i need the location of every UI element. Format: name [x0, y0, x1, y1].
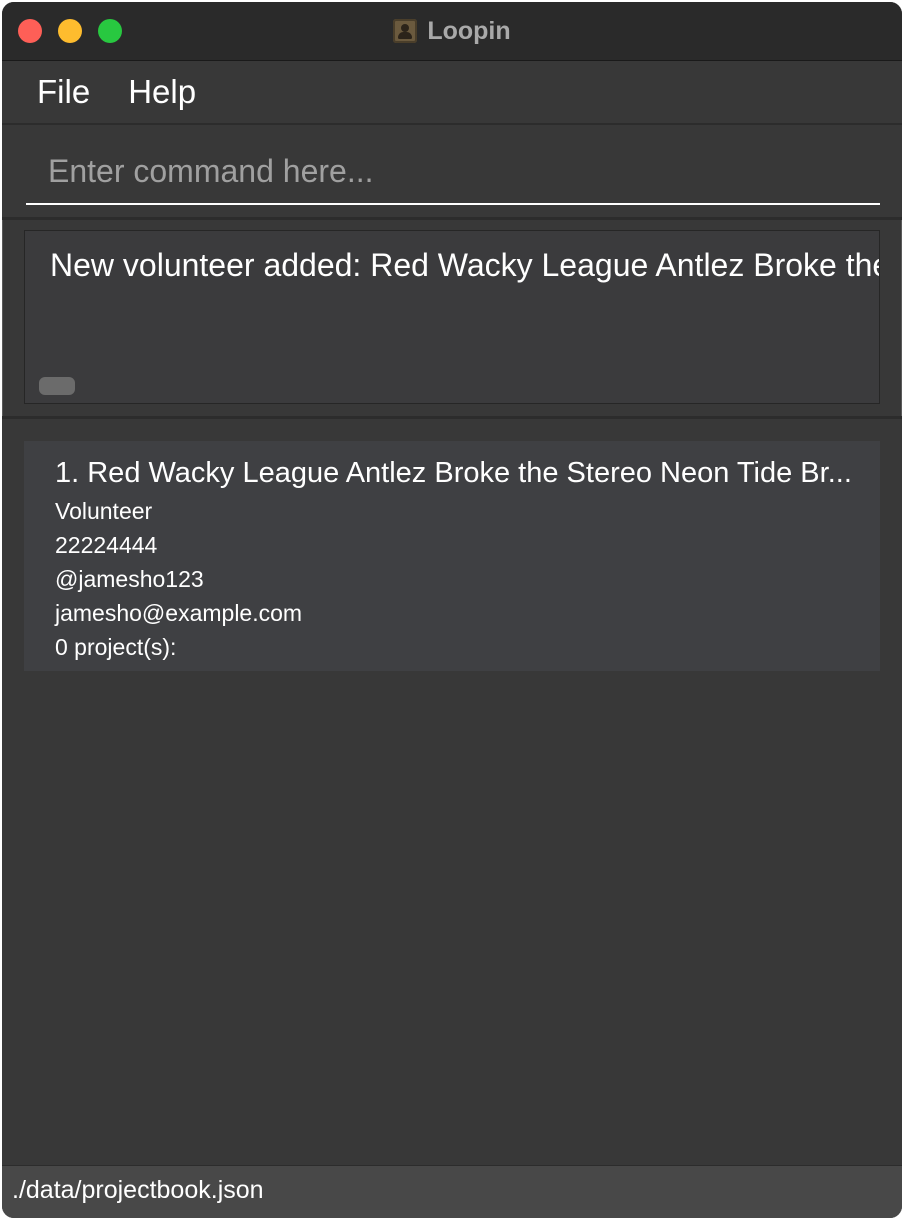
title-bar[interactable]: Loopin [2, 2, 902, 61]
result-message: New volunteer added: Red Wacky League An… [50, 247, 879, 283]
person-list-panel[interactable]: 1. Red Wacky League Antlez Broke the Ste… [2, 419, 902, 1165]
app-window: Loopin File Help New volunteer added: Re… [2, 2, 902, 1218]
status-bar: ./data/projectbook.json [2, 1165, 902, 1218]
menu-bar: File Help [2, 61, 902, 125]
window-title-group: Loopin [2, 2, 902, 60]
horizontal-scrollbar-thumb[interactable] [39, 377, 75, 395]
person-email: jamesho@example.com [55, 600, 303, 626]
person-role: Volunteer [55, 498, 153, 524]
command-input[interactable] [26, 139, 880, 205]
window-title: Loopin [427, 16, 511, 45]
menu-help[interactable]: Help [128, 73, 196, 111]
person-telegram: @jamesho123 [55, 566, 204, 592]
person-card[interactable]: 1. Red Wacky League Antlez Broke the Ste… [24, 441, 880, 671]
person-projects: 0 project(s): [55, 634, 177, 660]
person-phone: 22224444 [55, 532, 158, 558]
person-name: 1. Red Wacky League Antlez Broke the Ste… [55, 457, 852, 489]
result-display[interactable]: New volunteer added: Red Wacky League An… [24, 230, 880, 404]
command-box-area [2, 125, 902, 220]
menu-file[interactable]: File [37, 73, 90, 111]
contact-book-icon [393, 19, 418, 43]
data-file-path: ./data/projectbook.json [12, 1176, 264, 1204]
